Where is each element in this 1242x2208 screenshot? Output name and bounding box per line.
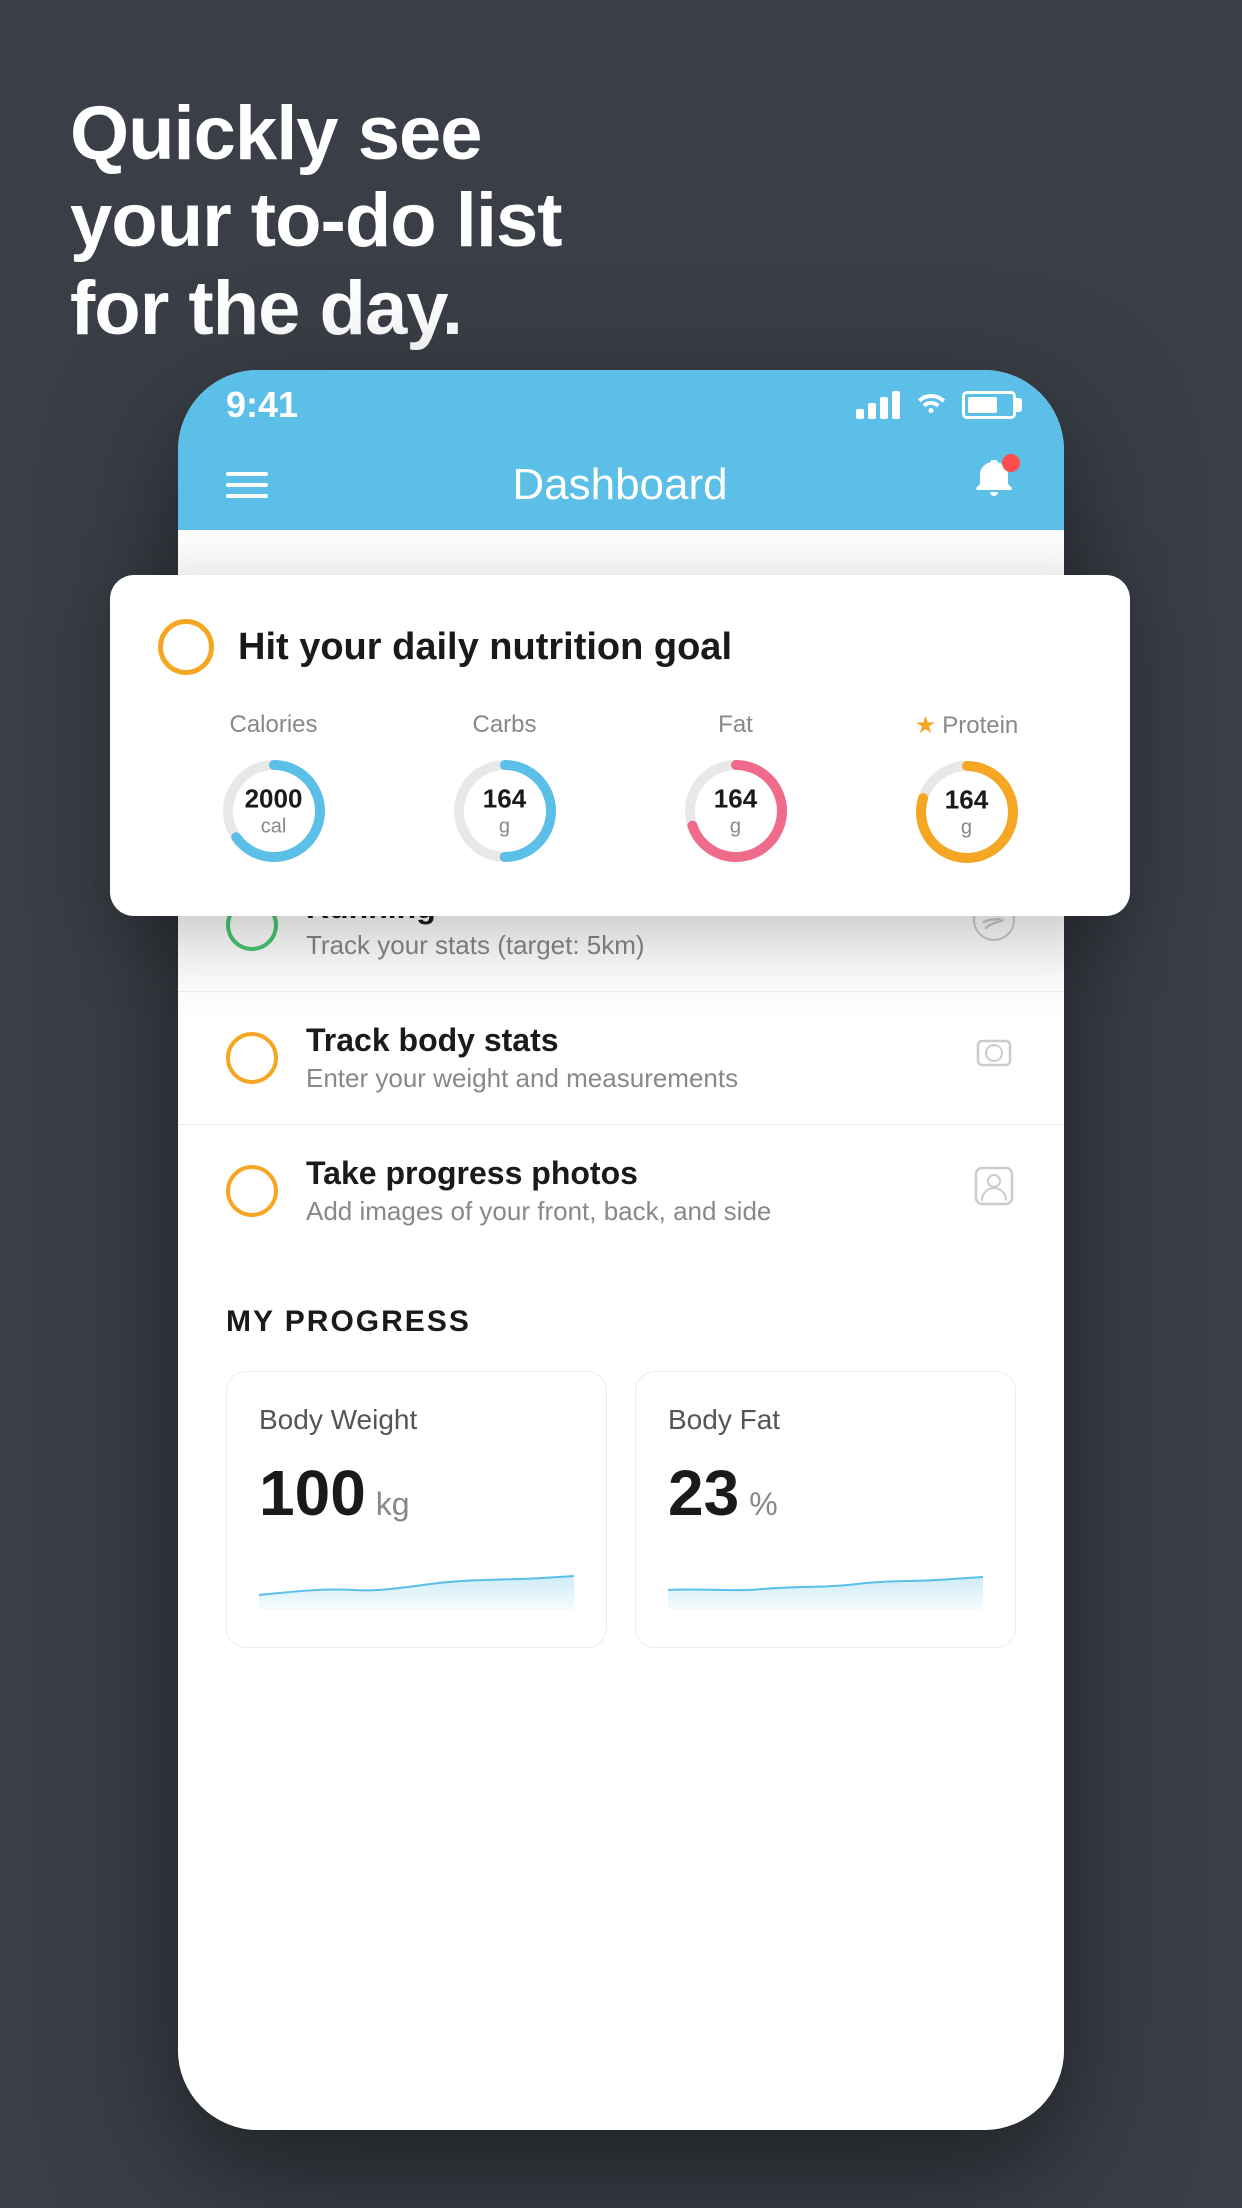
nutrition-stats: Calories 2000 cal Carbs xyxy=(158,711,1082,872)
todo-item-photos[interactable]: Take progress photos Add images of your … xyxy=(178,1124,1064,1257)
person-icon xyxy=(972,1164,1016,1218)
calories-label: Calories xyxy=(229,711,317,739)
notification-bell[interactable] xyxy=(972,458,1016,512)
body-fat-chart xyxy=(668,1550,983,1610)
fat-value: 164 xyxy=(714,783,757,814)
nutrition-checkbox[interactable] xyxy=(158,619,214,675)
body-weight-card[interactable]: Body Weight 100 kg xyxy=(226,1371,607,1648)
todo-desc-running: Track your stats (target: 5km) xyxy=(306,930,944,961)
calories-value: 2000 xyxy=(245,783,303,814)
protein-donut: 164 g xyxy=(907,752,1027,872)
todo-checkbox-photos[interactable] xyxy=(226,1165,278,1217)
nutrition-header: Hit your daily nutrition goal xyxy=(158,619,1082,675)
fat-donut: 164 g xyxy=(676,751,796,871)
todo-desc-body-stats: Enter your weight and measurements xyxy=(306,1063,944,1094)
nutrition-card: Hit your daily nutrition goal Calories 2… xyxy=(110,575,1130,916)
stat-fat: Fat 164 g xyxy=(676,711,796,871)
wifi-icon xyxy=(914,388,948,422)
nav-bar: Dashboard xyxy=(178,440,1064,530)
battery-icon xyxy=(962,391,1016,419)
carbs-label: Carbs xyxy=(472,711,536,739)
todo-name-photos: Take progress photos xyxy=(306,1155,944,1192)
hero-text: Quickly see your to-do list for the day. xyxy=(70,90,562,352)
calories-donut: 2000 cal xyxy=(214,751,334,871)
body-weight-label: Body Weight xyxy=(259,1404,574,1436)
progress-section-title: MY PROGRESS xyxy=(226,1305,1016,1339)
notification-dot xyxy=(1002,454,1020,472)
stat-calories: Calories 2000 cal xyxy=(214,711,334,871)
carbs-unit: g xyxy=(483,815,526,839)
status-bar: 9:41 xyxy=(178,370,1064,440)
fat-unit: g xyxy=(714,815,757,839)
body-fat-unit: % xyxy=(749,1486,777,1523)
progress-cards: Body Weight 100 kg xyxy=(226,1371,1016,1648)
stat-carbs: Carbs 164 g xyxy=(445,711,565,871)
todo-text-photos: Take progress photos Add images of your … xyxy=(306,1155,944,1227)
nutrition-title: Hit your daily nutrition goal xyxy=(238,626,732,669)
protein-star-icon: ★ xyxy=(915,711,937,740)
carbs-donut: 164 g xyxy=(445,751,565,871)
todo-list: Running Track your stats (target: 5km) T… xyxy=(178,858,1064,1257)
fat-label: Fat xyxy=(718,711,753,739)
nav-title: Dashboard xyxy=(512,460,727,510)
body-weight-unit: kg xyxy=(376,1486,410,1523)
hamburger-menu[interactable] xyxy=(226,472,268,498)
carbs-value: 164 xyxy=(483,783,526,814)
calories-unit: cal xyxy=(245,815,303,839)
stat-protein: ★ Protein 164 g xyxy=(907,711,1027,872)
todo-desc-photos: Add images of your front, back, and side xyxy=(306,1196,944,1227)
signal-icon xyxy=(856,391,900,419)
body-weight-chart xyxy=(259,1550,574,1610)
protein-label: ★ Protein xyxy=(915,711,1019,740)
scale-icon xyxy=(972,1031,1016,1085)
body-fat-value: 23 xyxy=(668,1456,739,1530)
progress-section: MY PROGRESS Body Weight 100 kg xyxy=(178,1257,1064,1648)
todo-text-body-stats: Track body stats Enter your weight and m… xyxy=(306,1022,944,1094)
todo-checkbox-body-stats[interactable] xyxy=(226,1032,278,1084)
todo-item-body-stats[interactable]: Track body stats Enter your weight and m… xyxy=(178,991,1064,1124)
protein-value: 164 xyxy=(945,784,988,815)
protein-unit: g xyxy=(945,816,988,840)
status-icons xyxy=(856,388,1016,422)
body-fat-value-row: 23 % xyxy=(668,1456,983,1530)
status-time: 9:41 xyxy=(226,384,298,426)
todo-name-body-stats: Track body stats xyxy=(306,1022,944,1059)
body-weight-value: 100 xyxy=(259,1456,366,1530)
body-fat-label: Body Fat xyxy=(668,1404,983,1436)
body-weight-value-row: 100 kg xyxy=(259,1456,574,1530)
body-fat-card[interactable]: Body Fat 23 % xyxy=(635,1371,1016,1648)
